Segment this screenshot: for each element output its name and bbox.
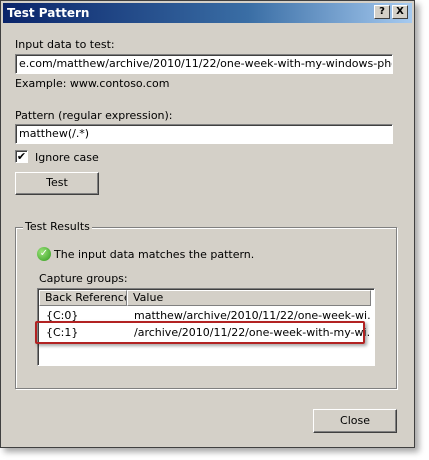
test-results-title: Test Results <box>23 220 92 233</box>
test-pattern-dialog: Test Pattern ? X Input data to test: e.c… <box>0 0 415 448</box>
column-back-reference[interactable]: Back Reference <box>39 290 127 306</box>
help-button[interactable]: ? <box>374 5 390 19</box>
example-text: Example: www.contoso.com <box>15 77 170 90</box>
test-button[interactable]: Test <box>15 172 99 195</box>
ignore-case-label: Ignore case <box>35 151 99 164</box>
success-check-icon: ✓ <box>37 247 51 261</box>
ignore-case-checkbox[interactable]: ✔ <box>15 150 28 163</box>
dialog-title: Test Pattern <box>7 6 90 20</box>
pattern-label: Pattern (regular expression): <box>15 109 173 122</box>
capture-groups-label: Capture groups: <box>39 272 128 285</box>
input-data-field[interactable]: e.com/matthew/archive/2010/11/22/one-wee… <box>15 54 393 74</box>
close-window-button[interactable]: X <box>392 5 408 19</box>
highlight-annotation <box>35 321 365 344</box>
input-data-label: Input data to test: <box>15 38 115 51</box>
pattern-field[interactable]: matthew(/.*) <box>15 124 393 144</box>
title-bar: Test Pattern ? X <box>3 3 412 23</box>
list-header: Back Reference Value <box>39 290 373 306</box>
close-button[interactable]: Close <box>313 409 397 433</box>
status-text: The input data matches the pattern. <box>54 248 255 261</box>
column-value[interactable]: Value <box>127 290 371 306</box>
